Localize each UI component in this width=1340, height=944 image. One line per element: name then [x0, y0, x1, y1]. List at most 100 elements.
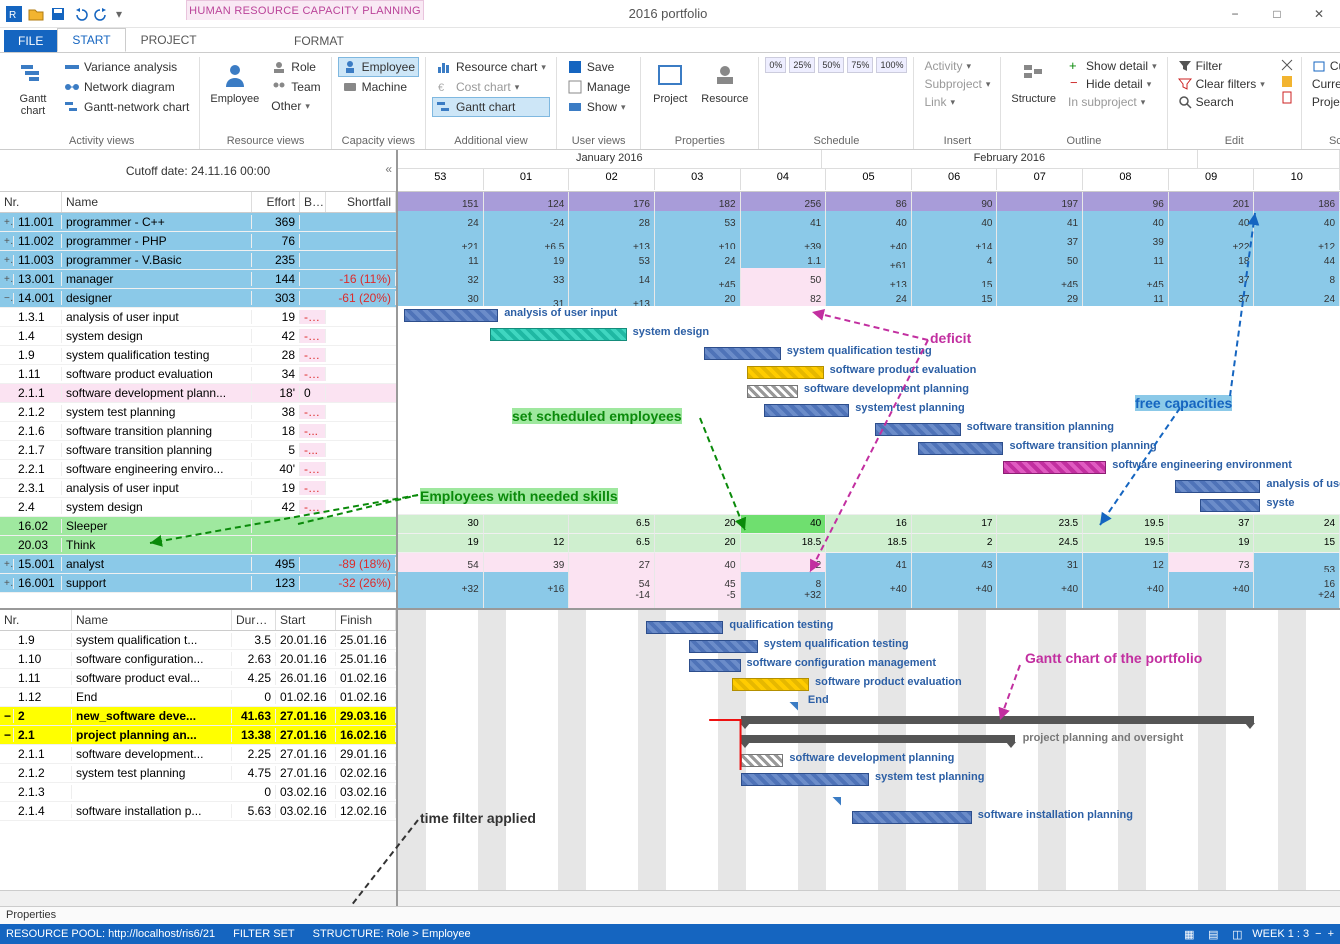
minimize-button[interactable]: − — [1214, 0, 1256, 28]
capacity-row[interactable]: 1.11 software product evaluation 34 -34 — [0, 365, 396, 384]
task-row[interactable]: − 2 new_software deve... 41.6327.01.1629… — [0, 707, 396, 726]
task-row[interactable]: 2.1.2 system test planning 4.7527.01.160… — [0, 764, 396, 783]
cutoff-date-button[interactable]: Cutoff date — [1308, 57, 1340, 75]
project-start-button[interactable]: Project start — [1308, 93, 1340, 111]
view-icon-3[interactable]: ◫ — [1228, 925, 1246, 943]
task-row[interactable]: 1.10 software configuration... 2.6320.01… — [0, 650, 396, 669]
capacity-row[interactable]: + 15.001 analyst 495 -89 (18%) — [0, 555, 396, 574]
capacity-row[interactable]: 1.3.1 analysis of user input 19 -19 — [0, 308, 396, 327]
capacity-row[interactable]: 16.02 Sleeper — [0, 517, 396, 536]
redo-icon[interactable] — [94, 6, 110, 22]
network-diagram-button[interactable]: Network diagram — [60, 77, 193, 97]
open-icon[interactable] — [28, 6, 44, 22]
pct-100-button[interactable]: 100% — [876, 57, 907, 73]
cap-employee-button[interactable]: Employee — [338, 57, 419, 77]
role-button[interactable]: Role — [267, 57, 324, 77]
col-task-nr[interactable]: Nr. — [0, 610, 72, 630]
tab-file[interactable]: FILE — [4, 30, 57, 52]
task-row[interactable]: 1.12 End 001.02.1601.02.16 — [0, 688, 396, 707]
save-icon[interactable] — [50, 6, 66, 22]
task-row[interactable]: 2.1.3 003.02.1603.02.16 — [0, 783, 396, 802]
expand-icon[interactable]: + — [0, 255, 14, 266]
maximize-button[interactable]: □ — [1256, 0, 1298, 28]
capacity-row[interactable]: + 16.001 support 123 -32 (26%) — [0, 574, 396, 593]
expand-icon[interactable]: − — [0, 728, 14, 742]
task-row[interactable]: 2.1.1 software development... 2.2527.01.… — [0, 745, 396, 764]
resource-props-button[interactable]: Resource — [697, 57, 752, 107]
undo-icon[interactable] — [72, 6, 88, 22]
col-nr[interactable]: Nr. — [0, 192, 62, 212]
view-icon-2[interactable]: ▤ — [1204, 925, 1222, 943]
show-detail-button[interactable]: +Show detail — [1064, 57, 1161, 75]
capacity-row[interactable]: 1.4 system design 42 -42 — [0, 327, 396, 346]
pct-0-button[interactable]: 0% — [765, 57, 786, 73]
expand-icon[interactable]: + — [0, 559, 14, 570]
capacity-row[interactable]: 2.1.6 software transition planning 18 -.… — [0, 422, 396, 441]
paste-icon[interactable] — [1279, 73, 1295, 89]
capacity-row[interactable]: + 13.001 manager 144 -16 (11%) — [0, 270, 396, 289]
hscroll-left[interactable] — [0, 890, 396, 906]
expand-icon[interactable]: − — [0, 293, 14, 304]
capacity-row[interactable]: 1.9 system qualification testing 28 -28 — [0, 346, 396, 365]
expand-icon[interactable]: + — [0, 578, 14, 589]
capacity-row[interactable]: + 11.001 programmer - C++ 369 — [0, 213, 396, 232]
expand-icon[interactable]: + — [0, 236, 14, 247]
close-button[interactable]: ✕ — [1298, 0, 1340, 28]
col-b[interactable]: B... — [300, 192, 326, 212]
expand-icon[interactable]: − — [0, 709, 14, 723]
gantt-chart-button[interactable]: Gantt chart — [10, 57, 56, 119]
hscroll-right[interactable] — [398, 890, 1340, 906]
current-date-button[interactable]: Current date — [1308, 75, 1340, 93]
additional-gantt-button[interactable]: Gantt chart — [432, 97, 550, 117]
col-shortfall[interactable]: Shortfall — [326, 192, 396, 212]
employee-view-button[interactable]: Employee — [206, 57, 263, 107]
tab-project[interactable]: PROJECT — [126, 28, 212, 52]
delete-icon[interactable] — [1279, 89, 1295, 105]
gantt-network-button[interactable]: Gantt-network chart — [60, 97, 193, 117]
task-row[interactable]: 1.9 system qualification t... 3.520.01.1… — [0, 631, 396, 650]
manage-view-button[interactable]: Manage — [563, 77, 634, 97]
col-task-name[interactable]: Name — [72, 610, 232, 630]
capacity-row[interactable]: 2.1.1 software development plann... 18' … — [0, 384, 396, 403]
task-row[interactable]: 1.11 software product eval... 4.2526.01.… — [0, 669, 396, 688]
expand-icon[interactable]: + — [0, 274, 14, 285]
col-name[interactable]: Name — [62, 192, 252, 212]
capacity-row[interactable]: 2.1.7 software transition planning 5 -..… — [0, 441, 396, 460]
hide-detail-button[interactable]: −Hide detail — [1064, 75, 1161, 93]
show-view-button[interactable]: Show — [563, 97, 634, 117]
expand-icon[interactable]: + — [0, 217, 14, 228]
other-button[interactable]: Other — [267, 97, 324, 115]
search-button[interactable]: Search — [1174, 93, 1269, 111]
team-button[interactable]: Team — [267, 77, 324, 97]
capacity-row[interactable]: 20.03 Think — [0, 536, 396, 555]
cap-machine-button[interactable]: Machine — [338, 77, 419, 97]
capacity-row[interactable]: 2.3.1 analysis of user input 19 -19 — [0, 479, 396, 498]
variance-analysis-button[interactable]: Variance analysis — [60, 57, 193, 77]
capacity-row[interactable]: + 11.002 programmer - PHP 76 — [0, 232, 396, 251]
project-props-button[interactable]: Project — [647, 57, 693, 107]
capacity-row[interactable]: − 14.001 designer 303 -61 (20%) — [0, 289, 396, 308]
filter-button[interactable]: Filter — [1174, 57, 1269, 75]
properties-bar[interactable]: Properties — [0, 906, 1340, 924]
col-effort[interactable]: Effort — [252, 192, 300, 212]
col-task-start[interactable]: Start — [276, 610, 336, 630]
task-row[interactable]: 2.1.4 software installation p... 5.6303.… — [0, 802, 396, 821]
pct-25-button[interactable]: 25% — [789, 57, 815, 73]
view-icon-1[interactable]: ▦ — [1180, 925, 1198, 943]
pct-50-button[interactable]: 50% — [818, 57, 844, 73]
collapse-icon[interactable]: « — [385, 162, 392, 176]
pct-75-button[interactable]: 75% — [847, 57, 873, 73]
capacity-row[interactable]: 2.2.1 software engineering enviro... 40'… — [0, 460, 396, 479]
zoom-out-icon[interactable]: − — [1315, 928, 1321, 940]
tab-format[interactable]: FORMAT — [280, 30, 358, 52]
col-task-dur[interactable]: Dura... — [232, 610, 276, 630]
tab-start[interactable]: START — [57, 28, 125, 52]
zoom-in-icon[interactable]: + — [1328, 928, 1334, 940]
cut-icon[interactable] — [1279, 57, 1295, 73]
structure-button[interactable]: Structure — [1007, 57, 1060, 107]
resource-chart-button[interactable]: Resource chart — [432, 57, 550, 77]
capacity-row[interactable]: 2.4 system design 42 -42 — [0, 498, 396, 517]
capacity-row[interactable]: + 11.003 programmer - V.Basic 235 — [0, 251, 396, 270]
save-view-button[interactable]: Save — [563, 57, 634, 77]
clear-filters-button[interactable]: Clear filters — [1174, 75, 1269, 93]
